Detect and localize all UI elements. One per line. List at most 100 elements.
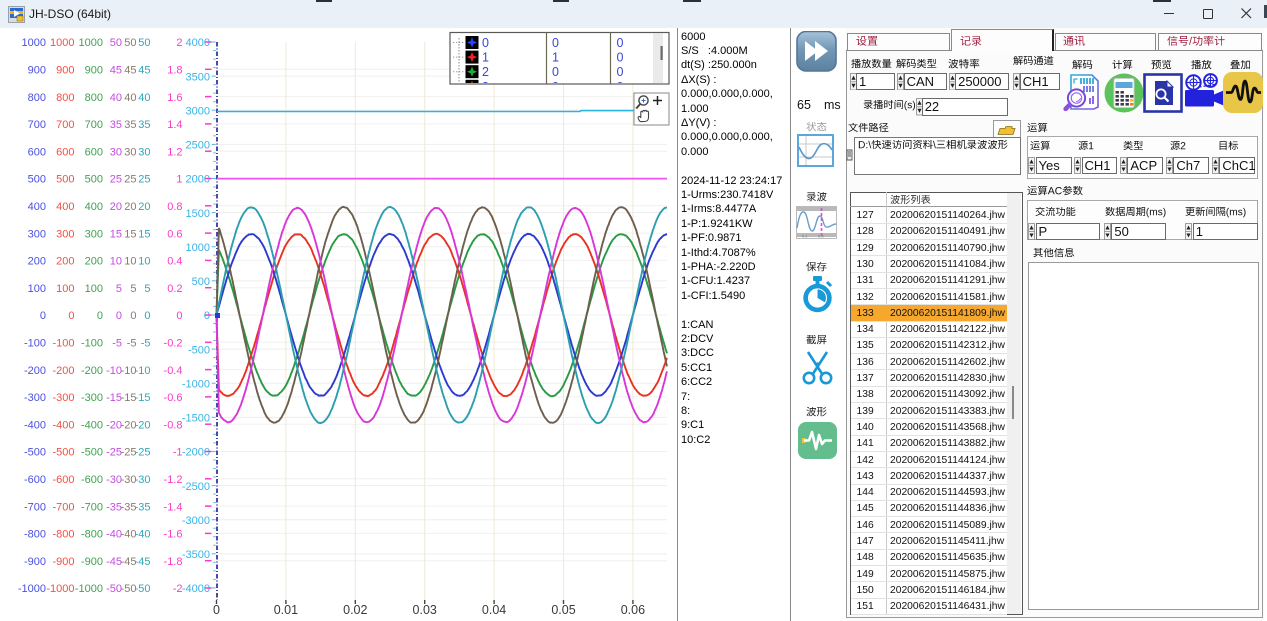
svg-text:300: 300 (85, 228, 103, 240)
svg-text:-45: -45 (135, 556, 151, 568)
svg-text:-700: -700 (81, 501, 103, 513)
svg-text:-400: -400 (52, 419, 74, 431)
svg-text:1000: 1000 (186, 242, 210, 254)
svg-text:-25: -25 (135, 447, 151, 459)
svg-text:1: 1 (552, 51, 559, 65)
svg-text:0: 0 (617, 36, 624, 50)
svg-text:-2000: -2000 (182, 447, 210, 459)
svg-text:15: 15 (138, 228, 150, 240)
svg-text:100: 100 (56, 283, 74, 295)
svg-text:-1000: -1000 (75, 583, 103, 595)
svg-text:5: 5 (144, 283, 150, 295)
svg-text:-500: -500 (52, 447, 74, 459)
svg-text:-4000: -4000 (182, 583, 210, 595)
svg-text:-0.4: -0.4 (164, 365, 183, 377)
svg-text:0.3: 0.3 (818, 234, 824, 239)
svg-text:0: 0 (68, 310, 74, 322)
svg-text:45: 45 (138, 65, 150, 77)
svg-text:500: 500 (85, 174, 103, 186)
svg-text:900: 900 (85, 65, 103, 77)
svg-text:300: 300 (56, 228, 74, 240)
svg-text:0: 0 (144, 310, 150, 322)
svg-text:25: 25 (124, 174, 136, 186)
svg-text:-30: -30 (135, 474, 151, 486)
svg-text:10: 10 (138, 256, 150, 268)
svg-text:-100: -100 (52, 338, 74, 350)
svg-text:1.8: 1.8 (167, 65, 182, 77)
svg-text:0: 0 (617, 80, 624, 94)
svg-text:0: 0 (40, 310, 46, 322)
svg-text:30: 30 (124, 146, 136, 158)
svg-text:1.2: 1.2 (167, 146, 182, 158)
svg-text:-400: -400 (81, 419, 103, 431)
svg-text:-2500: -2500 (182, 481, 210, 493)
svg-text:1000: 1000 (22, 37, 46, 49)
svg-text:10: 10 (110, 256, 122, 268)
svg-text:-1000: -1000 (182, 378, 210, 390)
svg-text:-3500: -3500 (182, 549, 210, 561)
svg-text:200: 200 (85, 256, 103, 268)
svg-text:0: 0 (617, 51, 624, 65)
svg-text:0.6: 0.6 (167, 228, 182, 240)
svg-text:-35: -35 (135, 501, 151, 513)
svg-text:50: 50 (110, 37, 122, 49)
svg-text:-15: -15 (135, 392, 151, 404)
svg-text:700: 700 (28, 119, 46, 131)
svg-text:400: 400 (85, 201, 103, 213)
svg-text:-700: -700 (24, 501, 46, 513)
svg-text:-1000: -1000 (18, 583, 46, 595)
svg-text:200: 200 (28, 256, 46, 268)
svg-text:-900: -900 (81, 556, 103, 568)
svg-text:0.06: 0.06 (621, 603, 645, 617)
svg-text:-1000: -1000 (46, 583, 74, 595)
svg-text:-50: -50 (135, 583, 151, 595)
svg-text:15: 15 (124, 228, 136, 240)
svg-text:30: 30 (110, 146, 122, 158)
svg-text:1000: 1000 (79, 37, 103, 49)
svg-text:900: 900 (28, 65, 46, 77)
svg-text:-300: -300 (81, 392, 103, 404)
svg-text:1.4: 1.4 (167, 119, 182, 131)
svg-text:-600: -600 (24, 474, 46, 486)
svg-text:2: 2 (482, 65, 489, 79)
svg-text:25: 25 (138, 174, 150, 186)
svg-text:3000: 3000 (186, 106, 210, 118)
svg-text:-0.6: -0.6 (164, 392, 183, 404)
svg-text:1: 1 (176, 174, 182, 186)
svg-text:30: 30 (138, 146, 150, 158)
svg-text:-100: -100 (24, 338, 46, 350)
svg-text:600: 600 (56, 146, 74, 158)
svg-text:45: 45 (124, 65, 136, 77)
svg-text:0: 0 (204, 310, 210, 322)
svg-text:-900: -900 (52, 556, 74, 568)
svg-text:15: 15 (110, 228, 122, 240)
svg-text:-20: -20 (135, 419, 151, 431)
svg-text:-0.8: -0.8 (164, 419, 183, 431)
svg-text:-300: -300 (52, 392, 74, 404)
svg-text:-500: -500 (81, 447, 103, 459)
svg-text:0.4: 0.4 (167, 256, 182, 268)
svg-text:-1500: -1500 (182, 413, 210, 425)
svg-text:-900: -900 (24, 556, 46, 568)
svg-text:1500: 1500 (186, 208, 210, 220)
svg-text:-40: -40 (135, 529, 151, 541)
svg-text:0: 0 (116, 310, 122, 322)
svg-text:900: 900 (56, 65, 74, 77)
svg-text:5: 5 (130, 283, 136, 295)
svg-text:35: 35 (110, 119, 122, 131)
svg-text:-1.6: -1.6 (164, 529, 183, 541)
svg-text:0.1: 0.1 (802, 234, 808, 239)
svg-text:0: 0 (97, 310, 103, 322)
svg-text:-3000: -3000 (182, 515, 210, 527)
svg-text:0.2: 0.2 (167, 283, 182, 295)
svg-text:50: 50 (138, 37, 150, 49)
svg-text:-0.2: -0.2 (164, 338, 183, 350)
svg-text:-600: -600 (52, 474, 74, 486)
svg-text:35: 35 (138, 119, 150, 131)
svg-text:20: 20 (124, 201, 136, 213)
svg-text:0.04: 0.04 (482, 603, 506, 617)
svg-text:-600: -600 (81, 474, 103, 486)
svg-text:3500: 3500 (186, 71, 210, 83)
svg-text:700: 700 (56, 119, 74, 131)
svg-text:0.02: 0.02 (343, 603, 367, 617)
